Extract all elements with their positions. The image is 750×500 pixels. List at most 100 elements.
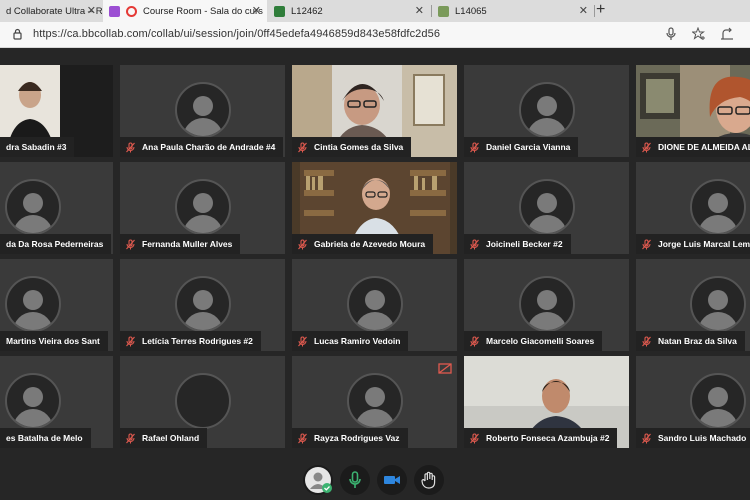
participant-name-bar: Rayza Rodrigues Vaz <box>292 428 408 448</box>
participant-name-bar: da Da Rosa Pederneiras <box>0 234 112 254</box>
participant-name-bar: Daniel Garcia Vianna <box>464 137 579 157</box>
avatar <box>174 179 231 235</box>
tab-title: Course Room - Sala do curs <box>143 5 263 17</box>
tab-title: L14065 <box>455 5 487 17</box>
participant-tile[interactable]: Joicineli Becker #2 <box>464 162 629 254</box>
participant-tile[interactable]: Daniel Garcia Vianna <box>464 65 629 157</box>
participant-tile[interactable]: Letícia Terres Rodrigues #2 <box>120 259 285 351</box>
participant-tile[interactable]: Martins Vieira dos Sant <box>0 259 113 351</box>
participant-tile[interactable]: DIONE DE ALMEIDA ALV <box>636 65 750 157</box>
muted-mic-icon <box>470 141 479 152</box>
participant-name: DIONE DE ALMEIDA ALV <box>658 142 750 152</box>
profile-icon <box>305 467 332 493</box>
participant-tile[interactable]: dra Sabadin #3 <box>0 65 113 157</box>
tab-course-room[interactable]: Course Room - Sala do curs ✕ <box>103 0 267 22</box>
muted-mic-icon <box>470 238 479 249</box>
participant-name-bar: Natan Braz da Silva <box>636 331 745 351</box>
camera-button[interactable] <box>377 465 407 495</box>
participant-tile[interactable]: Marcelo Giacomelli Soares <box>464 259 629 351</box>
participant-name-bar: es Batalha de Melo <box>0 428 91 448</box>
muted-mic-icon <box>642 335 651 346</box>
avatar <box>518 82 575 138</box>
participant-tile[interactable]: Natan Braz da Silva <box>636 259 750 351</box>
participant-tile[interactable]: Rafael Ohland <box>120 356 285 448</box>
participant-tile[interactable]: Gabriela de Azevedo Moura <box>292 162 457 254</box>
participant-name-bar: Lucas Ramiro Vedoin <box>292 331 409 351</box>
muted-mic-icon <box>298 432 307 443</box>
participant-tile[interactable]: Lucas Ramiro Vedoin <box>292 259 457 351</box>
participant-tile[interactable]: Ana Paula Charão de Andrade #4 <box>120 65 285 157</box>
participant-tile[interactable]: Cintia Gomes da Silva <box>292 65 457 157</box>
participant-name: Rafael Ohland <box>142 433 200 443</box>
participant-name: Joicineli Becker #2 <box>486 239 563 249</box>
add-favorite-icon[interactable] <box>692 27 706 41</box>
tab-collaborate-ultra[interactable]: d Collaborate Ultra – R ✕ <box>0 0 102 22</box>
muted-mic-icon <box>298 335 307 346</box>
participant-name: Fernanda Muller Alves <box>142 239 233 249</box>
close-tab-icon[interactable]: ✕ <box>87 4 96 17</box>
raise-hand-icon <box>421 471 436 489</box>
tab-l14065[interactable]: L14065 ✕ <box>432 0 594 22</box>
muted-mic-icon <box>470 432 479 443</box>
tab-title: L12462 <box>291 5 323 17</box>
avatar <box>5 179 61 235</box>
muted-mic-icon <box>298 238 307 249</box>
participant-name-bar: Joicineli Becker #2 <box>464 234 571 254</box>
browser-tab-bar: d Collaborate Ultra – R ✕ Course Room - … <box>0 0 750 22</box>
participant-tile[interactable]: Fernanda Muller Alves <box>120 162 285 254</box>
page-favicon-icon <box>274 5 285 17</box>
participant-name-bar: Martins Vieira dos Sant <box>0 331 108 351</box>
camera-icon <box>384 476 400 484</box>
participant-name: Roberto Fonseca Azambuja #2 <box>486 433 610 443</box>
avatar <box>690 276 746 332</box>
avatar <box>518 276 575 332</box>
participant-name: Martins Vieira dos Sant <box>6 336 100 346</box>
new-tab-button[interactable]: + <box>596 1 605 19</box>
avatar <box>174 373 231 429</box>
my-status-button[interactable] <box>303 465 333 495</box>
microphone-button[interactable] <box>340 465 370 495</box>
collections-icon[interactable] <box>720 27 734 41</box>
participant-name-bar: Roberto Fonseca Azambuja #2 <box>464 428 618 448</box>
tab-l12462[interactable]: L12462 ✕ <box>268 0 430 22</box>
avatar <box>174 276 231 332</box>
muted-mic-icon <box>126 432 135 443</box>
participant-name-bar: Letícia Terres Rodrigues #2 <box>120 331 261 351</box>
participant-grid: dra Sabadin #3 Ana Paula Charão de Andra… <box>0 48 750 460</box>
participant-name-bar: Rafael Ohland <box>120 428 208 448</box>
participant-name: Rayza Rodrigues Vaz <box>314 433 400 443</box>
participant-name-bar: DIONE DE ALMEIDA ALV <box>636 137 750 157</box>
microphone-icon[interactable] <box>666 27 676 41</box>
session-controls <box>0 460 750 500</box>
avatar <box>518 179 575 235</box>
video-off-icon <box>438 363 452 374</box>
address-bar: https://ca.bbcollab.com/collab/ui/sessio… <box>0 22 750 48</box>
participant-tile[interactable]: Roberto Fonseca Azambuja #2 <box>464 356 629 448</box>
participant-name-bar: Ana Paula Charão de Andrade #4 <box>120 137 284 157</box>
participant-tile[interactable]: Rayza Rodrigues Vaz <box>292 356 457 448</box>
url-field[interactable]: https://ca.bbcollab.com/collab/ui/sessio… <box>33 28 440 40</box>
muted-mic-icon <box>126 238 135 249</box>
muted-mic-icon <box>298 141 307 152</box>
muted-mic-icon <box>126 141 135 152</box>
close-tab-icon[interactable]: ✕ <box>579 4 588 17</box>
lock-icon[interactable] <box>13 28 22 40</box>
participant-name: dra Sabadin #3 <box>6 142 67 152</box>
participant-tile[interactable]: es Batalha de Melo <box>0 356 113 448</box>
page-favicon-icon <box>438 5 449 17</box>
avatar <box>5 373 61 429</box>
participant-tile[interactable]: Sandro Luis Machado <box>636 356 750 448</box>
participant-name: Sandro Luis Machado <box>658 433 747 443</box>
participant-name: Natan Braz da Silva <box>658 336 737 346</box>
participant-name: Gabriela de Azevedo Moura <box>314 239 426 249</box>
close-tab-icon[interactable]: ✕ <box>415 4 424 17</box>
microphone-icon <box>349 471 361 488</box>
participant-name: Jorge Luis Marcal Lemo <box>658 239 750 249</box>
participant-tile[interactable]: da Da Rosa Pederneiras <box>0 162 113 254</box>
raise-hand-button[interactable] <box>414 465 444 495</box>
participant-name: Letícia Terres Rodrigues #2 <box>142 336 253 346</box>
close-tab-icon[interactable]: ✕ <box>252 4 261 17</box>
avatar <box>5 276 61 332</box>
participant-name: Marcelo Giacomelli Soares <box>486 336 595 346</box>
participant-tile[interactable]: Jorge Luis Marcal Lemo <box>636 162 750 254</box>
